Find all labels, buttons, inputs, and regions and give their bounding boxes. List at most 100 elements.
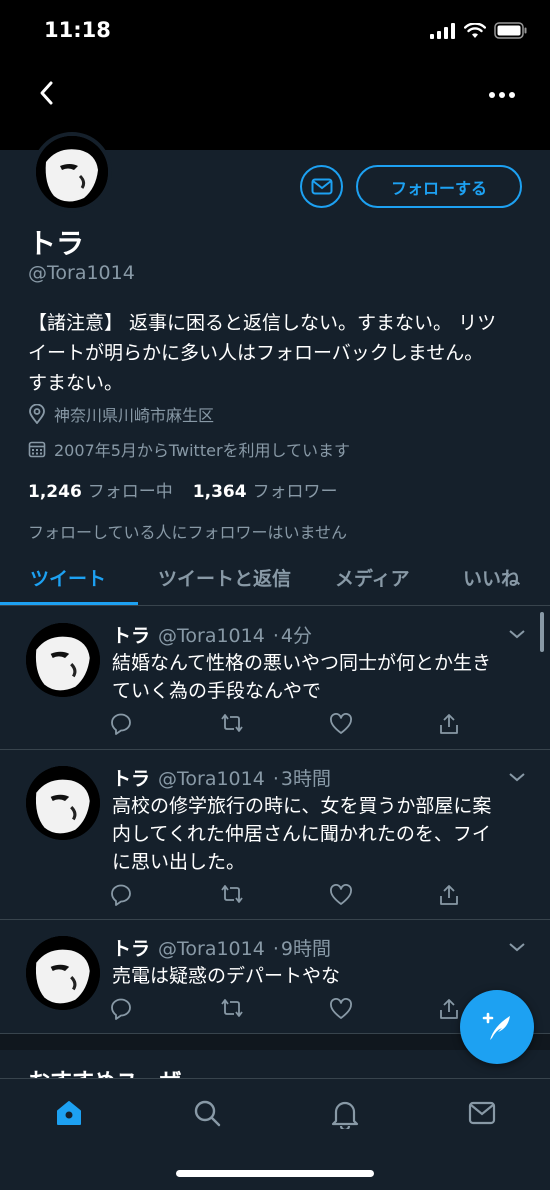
tweet-separator: · [272, 938, 279, 960]
compose-feather-icon [482, 1012, 510, 1040]
tweet-text-line: に思い出した。 [112, 851, 246, 873]
chevron-left-icon [40, 81, 53, 105]
tweet-text-line: 売電は疑惑のデパートやな [112, 965, 341, 987]
profile-bio: 【諸注意】 返事に困ると返信しない。すまない。 リツ イートが明らかに多い人はフ… [28, 308, 528, 398]
battery-icon [494, 22, 527, 39]
share-icon[interactable] [438, 713, 460, 735]
tweet-author-handle: @Tora1014 [158, 938, 265, 960]
profile-location: 神奈川県川崎市麻生区 [28, 402, 214, 426]
tweet-actions [110, 713, 460, 735]
tweet-separator: · [272, 768, 279, 790]
share-icon[interactable] [438, 998, 460, 1020]
following-label[interactable]: フォロー中 [88, 477, 173, 502]
tweet[interactable]: トラ @Tora1014 · 3時間 高校の修学旅行の時に、女を買うか部屋に案 … [0, 750, 550, 920]
tweet-time: 4分 [280, 625, 312, 647]
more-button[interactable] [488, 86, 516, 105]
tweet-author-name[interactable]: トラ [112, 934, 150, 961]
tweet-text: 売電は疑惑のデパートやな [112, 962, 512, 990]
tweet-menu-button[interactable] [508, 768, 526, 787]
chevron-down-icon [509, 943, 525, 952]
reply-icon[interactable] [110, 713, 134, 735]
tweet-author-handle: @Tora1014 [158, 768, 265, 790]
home-icon [57, 1101, 81, 1125]
following-count[interactable]: 1,246 [28, 482, 82, 502]
like-icon[interactable] [329, 884, 353, 906]
joined-text: 2007年5月からTwitterを利用しています [54, 441, 351, 460]
followers-count[interactable]: 1,364 [193, 482, 247, 502]
tweet-separator: · [272, 625, 279, 647]
tweet-text-line: ていく為の手段なんやで [112, 680, 322, 702]
location-icon [29, 404, 45, 424]
tweet-author-handle: @Tora1014 [158, 625, 265, 647]
tweet-text: 高校の修学旅行の時に、女を買うか部屋に案 内してくれた仲居さんに聞かれたのを、フ… [112, 792, 512, 876]
like-icon[interactable] [329, 998, 353, 1020]
tweet-header: トラ @Tora1014 · 3時間 [112, 764, 331, 791]
compose-tweet-button[interactable] [460, 990, 534, 1064]
tweet-time: 3時間 [280, 768, 331, 790]
tab-likes[interactable]: いいね [463, 564, 520, 591]
tweet-actions [110, 998, 460, 1020]
bio-line: イートが明らかに多い人はフォローバックしません。 [28, 342, 484, 364]
nav-home[interactable] [55, 1099, 83, 1131]
followers-label[interactable]: フォロワー [253, 477, 338, 502]
tweet-author-name[interactable]: トラ [112, 621, 150, 648]
reply-icon[interactable] [110, 998, 134, 1020]
tweet-text: 結婚なんて性格の悪いやつ同士が何とか生き ていく為の手段なんやで [112, 649, 512, 705]
tweet-menu-button[interactable] [508, 938, 526, 957]
message-button[interactable] [300, 165, 343, 208]
avatar-image [26, 623, 100, 697]
reply-icon[interactable] [110, 884, 134, 906]
bio-line: すまない。 [28, 372, 124, 394]
calendar-icon [28, 441, 46, 458]
follow-counts: 1,246 フォロー中 1,364 フォロワー [28, 477, 338, 502]
home-indicator [176, 1170, 374, 1177]
tweet-author-name[interactable]: トラ [112, 764, 150, 791]
tweet-text-line: 高校の修学旅行の時に、女を買うか部屋に案 [112, 795, 492, 817]
retweet-icon[interactable] [219, 998, 245, 1018]
tweet-avatar[interactable] [26, 766, 100, 840]
nav-search[interactable] [193, 1099, 221, 1131]
tweet-text-line: 内してくれた仲居さんに聞かれたのを、フイ [112, 823, 491, 845]
more-horizontal-icon [489, 92, 515, 98]
tweet-avatar[interactable] [26, 623, 100, 697]
tab-media[interactable]: メディア [335, 564, 410, 591]
profile-tabs: ツイート ツイートと返信 メディア いいね [0, 550, 550, 606]
tab-tweets[interactable]: ツイート [30, 564, 106, 591]
tweet-actions [110, 884, 460, 906]
profile-handle: @Tora1014 [28, 262, 135, 284]
signal-icon [430, 22, 455, 39]
suggested-users-heading: おすすめユーザー [28, 1064, 204, 1078]
messages-icon [468, 1101, 496, 1125]
back-button[interactable] [36, 78, 58, 112]
notifications-icon [331, 1101, 359, 1132]
nav-notifications[interactable] [331, 1099, 359, 1133]
status-time: 11:18 [44, 18, 111, 42]
status-icons [430, 22, 528, 39]
wifi-icon [464, 22, 486, 38]
tab-tweets-replies[interactable]: ツイートと返信 [158, 564, 291, 591]
follow-button[interactable]: フォローする [356, 165, 522, 208]
profile-avatar[interactable] [32, 132, 112, 212]
tweet-header: トラ @Tora1014 · 4分 [112, 621, 312, 648]
followed-by-note: フォローしている人にフォロワーはいません [28, 523, 348, 542]
chevron-down-icon [509, 773, 525, 782]
retweet-icon[interactable] [219, 884, 245, 904]
tweet-menu-button[interactable] [508, 625, 526, 644]
like-icon[interactable] [329, 713, 353, 735]
avatar-image [36, 136, 108, 208]
avatar-image [26, 936, 100, 1010]
tweet-header: トラ @Tora1014 · 9時間 [112, 934, 331, 961]
nav-messages[interactable] [468, 1101, 496, 1129]
tweet-avatar[interactable] [26, 936, 100, 1010]
tweet-text-line: 結婚なんて性格の悪いやつ同士が何とか生き [112, 652, 492, 674]
bio-line: 【諸注意】 返事に困ると返信しない。すまない。 リツ [28, 312, 497, 334]
search-icon [194, 1100, 221, 1127]
share-icon[interactable] [438, 884, 460, 906]
mail-icon [311, 178, 332, 195]
retweet-icon[interactable] [219, 713, 245, 733]
location-text: 神奈川県川崎市麻生区 [54, 406, 215, 425]
chevron-down-icon [509, 630, 525, 639]
tweet[interactable]: トラ @Tora1014 · 4分 結婚なんて性格の悪いやつ同士が何とか生き て… [0, 607, 550, 750]
profile-joined: 2007年5月からTwitterを利用しています [28, 437, 350, 461]
profile-name: トラ [28, 227, 85, 260]
